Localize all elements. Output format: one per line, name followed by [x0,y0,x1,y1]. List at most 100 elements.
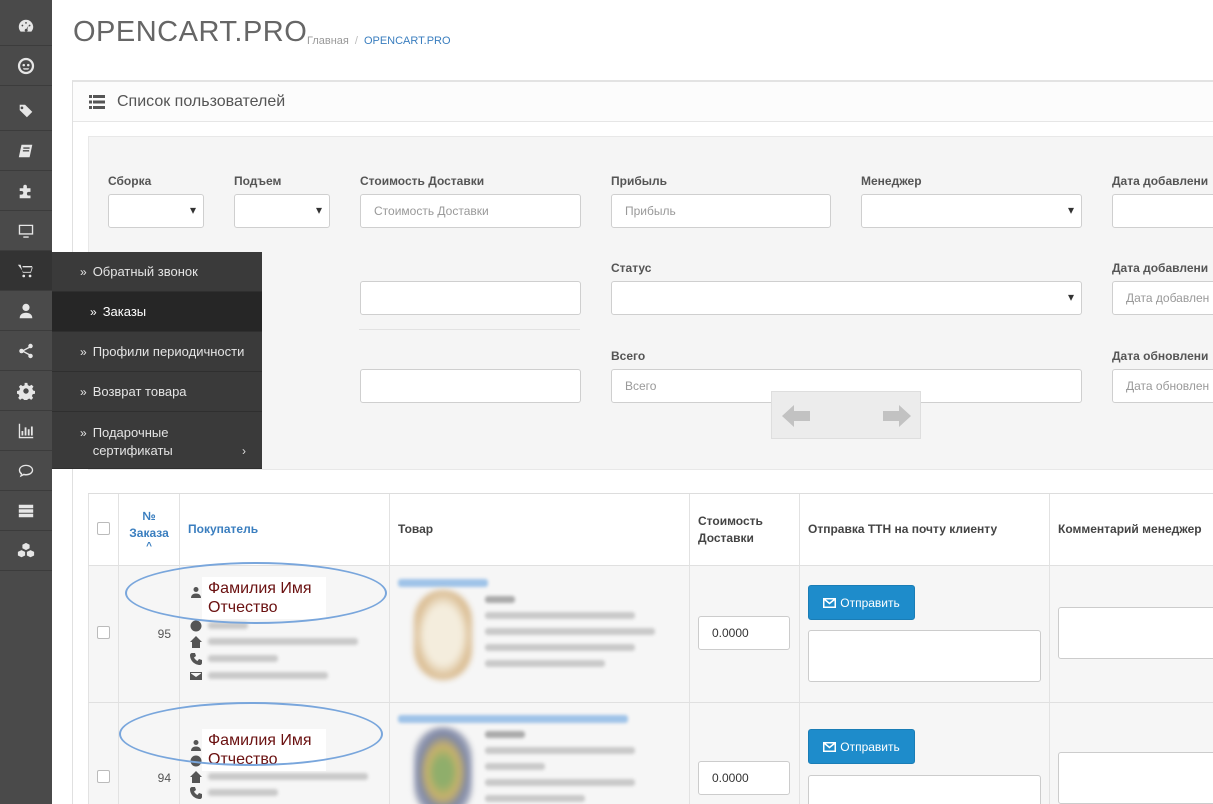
comment-icon[interactable] [0,451,52,491]
share-icon[interactable] [0,331,52,371]
date-added-label-2: Дата добавлени [1112,261,1209,275]
row-checkbox[interactable] [97,770,110,783]
arrow-right-icon[interactable] [883,404,911,428]
assembly-label: Сборка [108,174,152,188]
manager-select[interactable] [861,194,1082,228]
breadcrumb-home-link[interactable]: Главная [307,35,349,47]
delivery-cost-cell: 0.0000 [690,566,800,702]
blurred-text [485,763,545,770]
select-all-cell [88,494,119,565]
row-checkbox[interactable] [97,626,110,639]
puzzle-icon[interactable] [0,171,52,211]
server-icon[interactable] [0,491,52,531]
status-select[interactable] [611,281,1082,315]
cubes-icon[interactable] [0,531,52,571]
submenu-item-returns[interactable]: » Возврат товара [52,372,262,412]
delivery-cost-label: Стоимость Доставки [360,174,485,188]
delivery-cost-input[interactable]: Стоимость Доставки [360,194,581,228]
submenu-item-label: Возврат товара [92,384,187,399]
chevron-right-icon: » [80,344,87,359]
blurred-text [485,747,635,754]
send-button[interactable]: Отправить [808,585,915,620]
submenu-item-gift-vouchers[interactable]: » Подарочные сертификаты › [52,412,262,469]
breadcrumb-current-link[interactable]: OPENCART.PRO [364,35,451,47]
product-thumbnail [414,727,472,804]
phone-icon [190,653,202,665]
gear-icon[interactable] [0,371,52,411]
dashboard-icon[interactable] [0,6,52,46]
send-ttn-cell: Отправить [800,566,1050,702]
annotation-ellipse [119,702,383,766]
delivery-cost-field[interactable]: 0.0000 [698,616,790,650]
chevron-right-icon: › [242,444,246,458]
send-button-label: Отправить [840,739,900,754]
ttn-textarea[interactable] [808,775,1041,804]
submenu-item-recurring-profiles[interactable]: » Профили периодичности [52,332,262,372]
blurred-text [485,644,635,651]
filter-divider [359,329,580,330]
envelope-icon [823,741,837,752]
manager-comment-cell [1050,703,1213,804]
send-ttn-header: Отправка ТТН на почту клиенту [800,494,1050,565]
total-label: Всего [611,349,646,363]
panel-heading: Список пользователей [73,82,1213,122]
profit-label: Прибыль [611,174,667,188]
order-id: 95 [157,627,171,641]
order-number-header-line2: Заказа [129,525,169,540]
opencart-logo-icon[interactable] [0,46,52,86]
submenu-item-label: Обратный звонок [92,264,198,279]
product-thumbnail [414,590,472,680]
delivery-cost-header-line1: Стоимость [698,513,763,528]
user-icon[interactable] [0,291,52,331]
list-icon [89,94,105,109]
breadcrumb: Главная / OPENCART.PRO [307,35,451,47]
blurred-text [208,789,278,796]
filter-input-hidden-1[interactable] [360,281,581,315]
tags-icon[interactable] [0,91,52,131]
manager-label: Менеджер [861,174,922,188]
monitor-icon[interactable] [0,211,52,251]
delivery-cost-field[interactable]: 0.0000 [698,761,790,795]
profit-input[interactable]: Прибыль [611,194,831,228]
status-label: Статус [611,261,652,275]
lift-select[interactable] [234,194,330,228]
bar-chart-icon[interactable] [0,411,52,451]
select-all-checkbox[interactable] [97,522,110,535]
envelope-icon [823,597,837,608]
blurred-product-link[interactable] [398,715,628,723]
product-cell [390,703,690,804]
delivery-cost-header[interactable]: Стоимость Доставки [690,494,800,565]
arrow-left-icon[interactable] [782,404,810,428]
date-updated-input[interactable]: Дата обновлен [1112,369,1213,403]
ttn-textarea[interactable] [808,630,1041,682]
assembly-select[interactable] [108,194,204,228]
order-number-header[interactable]: № Заказа ^ [119,494,180,565]
book-icon[interactable] [0,131,52,171]
submenu-item-label: Профили периодичности [92,344,245,359]
product-cell [390,566,690,702]
submenu-item-orders[interactable]: » Заказы [52,292,262,332]
cart-icon[interactable] [0,251,52,291]
order-id: 94 [157,771,171,785]
manager-comment-header: Комментарий менеджер [1058,522,1202,536]
blurred-text [485,795,585,802]
filter-input-hidden-2[interactable] [360,369,581,403]
home-icon [190,771,202,783]
date-added-input[interactable] [1112,194,1213,228]
manager-comment-textarea[interactable] [1058,607,1213,659]
date-added-input-2[interactable]: Дата добавлен [1112,281,1213,315]
submenu-item-callback[interactable]: » Обратный звонок [52,252,262,292]
chevron-right-icon: » [80,384,87,399]
submenu-item-label: Подарочные сертификаты [92,425,173,458]
send-button[interactable]: Отправить [808,729,915,764]
manager-comment-textarea[interactable] [1058,752,1213,804]
delivery-cost-cell: 0.0000 [690,703,800,804]
customer-header[interactable]: Покупатель [180,494,390,565]
send-button-label: Отправить [840,595,900,610]
date-updated-label: Дата обновлени [1112,349,1209,363]
row-select-cell [88,703,119,804]
blurred-text [485,731,525,738]
envelope-icon [190,672,202,680]
product-header[interactable]: Товар [390,494,690,565]
blurred-product-link[interactable] [398,579,488,587]
